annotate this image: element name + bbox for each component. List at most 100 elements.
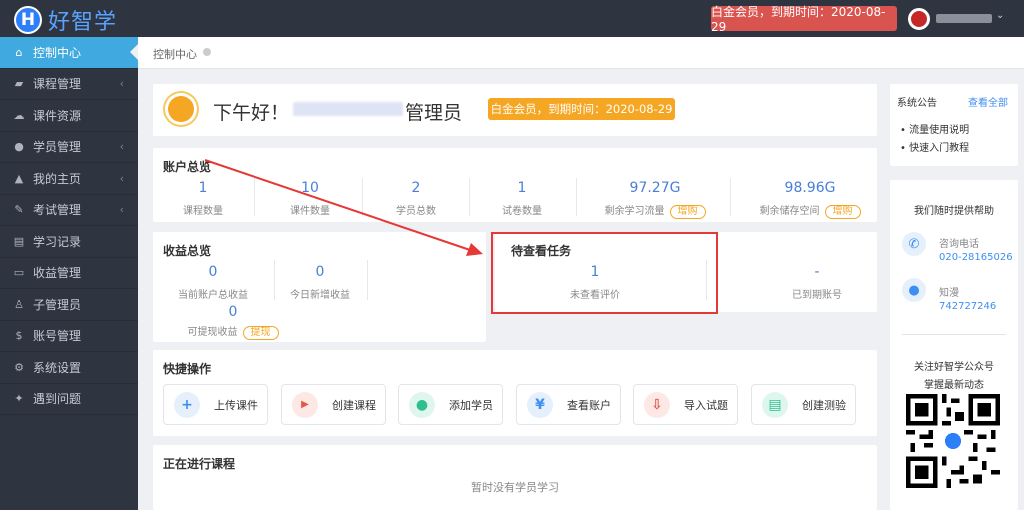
stat-value: 98.96G	[784, 180, 836, 196]
stat-course-count: 1 课程数量	[173, 180, 233, 217]
qq-label: 知漫	[939, 288, 959, 299]
notice-item[interactable]: • 快速入门教程	[900, 139, 969, 154]
stat-storage-space: 98.96G 剩余储存空间 增购	[743, 180, 877, 219]
chevron-down-icon[interactable]: ⌄	[996, 10, 1004, 21]
stat-value: 0	[315, 264, 325, 280]
phone-number[interactable]: 020-28165026	[939, 252, 1013, 263]
stat-withdrawable-income: 0 可提现收益 提现	[153, 304, 313, 340]
sidebar-item-records[interactable]: ▤ 学习记录	[0, 226, 138, 258]
stat-label: 已到期账号	[792, 290, 842, 301]
stat-value: -	[814, 264, 820, 280]
view-all-link[interactable]: 查看全部	[968, 94, 1008, 109]
view-account-button[interactable]: ¥ 查看账户	[516, 384, 621, 425]
sidebar-item-homepage[interactable]: ▲ 我的主页 ‹	[0, 163, 138, 195]
qq-icon: ●	[902, 278, 926, 302]
stat-label: 试卷数量	[502, 206, 542, 217]
home-icon: ⌂	[15, 45, 23, 59]
record-icon: ▤	[13, 234, 25, 248]
breadcrumb-label[interactable]: 控制中心	[153, 46, 197, 62]
download-icon: ⇩	[644, 391, 670, 418]
divider	[362, 178, 363, 216]
button-label: 导入试题	[684, 398, 728, 412]
stat-today-income: 0 今日新增收益	[260, 264, 380, 301]
qr-code-icon	[906, 394, 1000, 488]
cloud-icon: ☁	[13, 108, 25, 122]
notice-item[interactable]: • 流量使用说明	[900, 121, 969, 136]
follow-text: 关注好智学公众号	[914, 362, 994, 373]
logo[interactable]: H 好智学	[14, 4, 117, 36]
upload-courseware-button[interactable]: + 上传课件	[163, 384, 268, 425]
qq-number[interactable]: 742727246	[939, 301, 996, 312]
notice-item-label: 快速入门教程	[909, 143, 970, 154]
sidebar-item-courses[interactable]: ▰ 课程管理 ‹	[0, 69, 138, 100]
import-questions-button[interactable]: ⇩ 导入试题	[633, 384, 738, 425]
account-overview-title: 账户总览	[163, 160, 212, 174]
gear-icon: ⚙	[14, 360, 24, 374]
button-label: 创建测验	[802, 398, 846, 412]
phone-label: 咨询电话	[939, 239, 979, 250]
chevron-left-icon: ‹	[119, 140, 124, 154]
income-overview-title: 收益总览	[163, 244, 212, 258]
divider	[469, 178, 470, 216]
sidebar-item-resources[interactable]: ☁ 课件资源	[0, 100, 138, 132]
sidebar-item-help[interactable]: ✦ 遇到问题	[0, 384, 138, 415]
user-icon: ♙	[14, 297, 24, 311]
buy-traffic-button[interactable]: 增购	[669, 205, 706, 219]
stat-value: 2	[411, 180, 421, 196]
stat-label: 学员总数	[396, 206, 436, 217]
users-icon: ●	[14, 140, 24, 154]
ongoing-courses-title: 正在进行课程	[163, 457, 236, 471]
avatar[interactable]	[908, 8, 930, 30]
stat-learning-traffic: 97.27G 剩余学习流量 增购	[585, 180, 725, 219]
withdraw-button[interactable]: 提现	[242, 326, 279, 340]
sidebar-item-students[interactable]: ● 学员管理 ‹	[0, 132, 138, 163]
dollar-icon: $	[15, 329, 23, 343]
create-quiz-button[interactable]: ▤ 创建测验	[751, 384, 856, 425]
card-icon: ▭	[13, 266, 25, 280]
sidebar-item-exams[interactable]: ✎ 考试管理 ‹	[0, 195, 138, 226]
sidebar-item-label: 学员管理	[33, 140, 82, 155]
stat-expired-accounts[interactable]: - 已到期账号	[747, 264, 887, 301]
chevron-left-icon: ‹	[119, 77, 124, 91]
sidebar: ⌂ 控制中心 ▰ 课程管理 ‹ ☁ 课件资源 ● 学员管理 ‹ ▲ 我的主页 ‹ ✎ 考试管理 ‹ …	[0, 37, 138, 510]
stat-label: 课程数量	[183, 206, 223, 217]
chevron-left-icon: ‹	[119, 203, 124, 217]
stat-value: 0	[208, 264, 218, 280]
book-icon: ▰	[14, 77, 24, 91]
username-redacted[interactable]	[936, 14, 992, 23]
redacted-name	[293, 102, 403, 116]
sidebar-item-income[interactable]: ▭ 收益管理	[0, 258, 138, 289]
wrench-icon: ✦	[14, 392, 24, 406]
graduation-cap-icon: ▲	[14, 171, 24, 185]
sidebar-item-settings[interactable]: ⚙ 系统设置	[0, 352, 138, 384]
sidebar-item-subadmins[interactable]: ♙ 子管理员	[0, 289, 138, 321]
document-icon: ▤	[762, 391, 788, 418]
stat-value: 97.27G	[629, 180, 681, 196]
plus-icon: +	[174, 391, 200, 418]
stat-value: 1	[517, 180, 527, 196]
breadcrumb: 控制中心	[138, 37, 1024, 69]
sidebar-item-accounts[interactable]: $ 账号管理	[0, 321, 138, 352]
highlight-box	[491, 232, 718, 314]
create-course-button[interactable]: ▶ 创建课程	[281, 384, 386, 425]
stat-label: 当前账户总收益	[178, 290, 248, 301]
divider	[730, 178, 731, 216]
greeting-text: 下午好！	[213, 102, 290, 124]
buy-storage-button[interactable]: 增购	[824, 205, 861, 219]
help-card: 我们随时提供帮助 ✆ 咨询电话 020-28165026 ● 知漫 742727…	[890, 180, 1018, 510]
notice-item-label: 流量使用说明	[909, 125, 970, 136]
top-bar: H 好智学 白金会员，到期时间：2020-08-29 ⌄	[0, 0, 1024, 37]
stat-label: 课件数量	[290, 206, 330, 217]
sidebar-item-dashboard[interactable]: ⌂ 控制中心	[0, 37, 138, 69]
stat-value: 1	[198, 180, 208, 196]
stat-courseware-count: 10 课件数量	[280, 180, 340, 217]
quick-actions-card: 快捷操作 + 上传课件 ▶ 创建课程 ● 添加学员 ¥ 查看账户 ⇩ 导入试题 ▤ 创建测验	[153, 350, 877, 436]
sidebar-item-label: 学习记录	[33, 234, 82, 249]
stat-paper-count: 1 试卷数量	[492, 180, 552, 217]
sidebar-item-label: 课件资源	[33, 108, 82, 123]
add-student-button[interactable]: ● 添加学员	[398, 384, 503, 425]
empty-state-text: 暂时没有学员学习	[471, 481, 559, 494]
exam-icon: ✎	[14, 203, 24, 217]
logo-text: 好智学	[48, 10, 118, 35]
phone-icon: ✆	[902, 232, 926, 256]
